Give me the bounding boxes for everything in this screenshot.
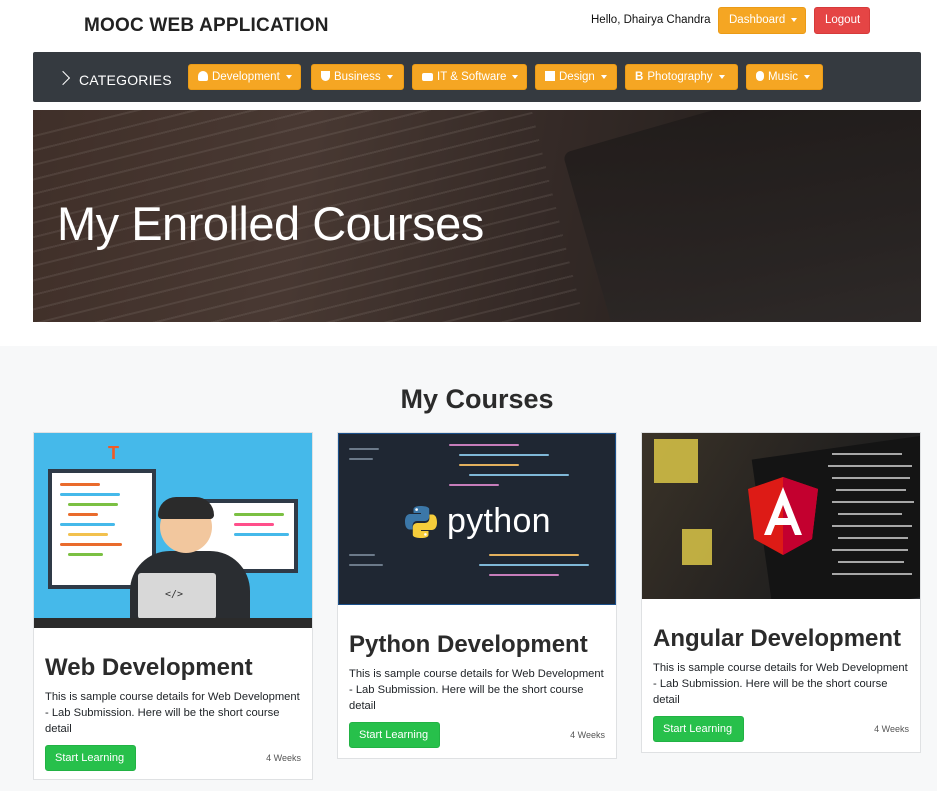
desk-illustration — [34, 618, 312, 628]
brand-title[interactable]: MOOC WEB APPLICATION — [84, 15, 329, 37]
course-duration: 4 Weeks — [874, 724, 909, 734]
start-learning-button[interactable]: Start Learning — [653, 716, 744, 742]
section-title: My Courses — [400, 384, 554, 414]
categories-label: CATEGORIES — [79, 72, 172, 88]
category-development-button[interactable]: Development — [188, 64, 301, 90]
angular-icon — [748, 477, 818, 555]
hdd-icon — [422, 73, 433, 81]
logout-button[interactable]: Logout — [814, 7, 870, 34]
category-music-button[interactable]: Music — [746, 64, 823, 90]
category-label: Design — [559, 71, 595, 83]
course-description: This is sample course details for Web De… — [45, 691, 300, 735]
caret-down-icon — [718, 74, 725, 79]
card-body: Web Development This is sample course de… — [34, 654, 312, 775]
python-icon — [405, 506, 437, 538]
card-footer: Start Learning 4 Weeks — [45, 745, 301, 775]
caret-down-icon — [285, 74, 292, 79]
course-title[interactable]: Python Development — [349, 631, 605, 659]
caret-down-icon — [791, 17, 798, 22]
start-learning-button[interactable]: Start Learning — [45, 745, 136, 771]
categories-toggle[interactable]: CATEGORIES — [61, 72, 172, 88]
python-logo-image: python — [338, 433, 616, 605]
sticky-note-illustration — [654, 439, 698, 483]
sticky-note-illustration — [682, 529, 712, 565]
user-greeting: Hello, Dhairya Chandra — [591, 14, 711, 26]
course-card-python-development: python Python Development This is sample… — [337, 432, 617, 759]
hero-banner: My Enrolled Courses — [33, 110, 921, 322]
category-photography-button[interactable]: B Photography — [625, 64, 738, 90]
category-label: IT & Software — [437, 71, 507, 83]
developer-hair-illustration — [158, 497, 214, 519]
category-it-software-button[interactable]: IT & Software — [412, 64, 527, 90]
category-label: Photography — [647, 71, 713, 83]
course-title[interactable]: Web Development — [45, 654, 301, 682]
apple-icon — [756, 71, 764, 81]
course-description: This is sample course details for Web De… — [653, 662, 908, 706]
category-business-button[interactable]: Business — [311, 64, 404, 90]
card-body: Angular Development This is sample cours… — [642, 625, 920, 746]
course-card-web-development: T </> Web Development This is sample cou… — [33, 432, 313, 780]
stop-icon — [545, 71, 555, 81]
course-duration: 4 Weeks — [266, 753, 301, 763]
my-courses-section: My Courses T </> Web Development This is… — [0, 346, 937, 791]
card-body: Python Development This is sample course… — [338, 631, 616, 752]
angular-logo-image — [642, 433, 920, 599]
category-navbar: CATEGORIES Development Business IT & Sof… — [33, 52, 921, 102]
category-label: Music — [768, 71, 799, 83]
dashboard-label: Dashboard — [729, 14, 786, 26]
magnet-icon — [321, 71, 330, 81]
dashboard-dropdown-button[interactable]: Dashboard — [718, 7, 806, 34]
card-footer: Start Learning 4 Weeks — [653, 716, 909, 746]
bold-icon: B — [635, 71, 644, 83]
course-card-angular-development: Angular Development This is sample cours… — [641, 432, 921, 753]
start-learning-button[interactable]: Start Learning — [349, 722, 440, 748]
text-tool-icon: T — [108, 443, 119, 463]
category-design-button[interactable]: Design — [535, 64, 617, 90]
course-description: This is sample course details for Web De… — [349, 668, 604, 712]
caret-down-icon — [804, 74, 811, 79]
course-title[interactable]: Angular Development — [653, 625, 909, 653]
python-logo-text: python — [447, 502, 551, 540]
category-label: Business — [334, 71, 381, 83]
caret-down-icon — [386, 74, 393, 79]
course-duration: 4 Weeks — [570, 730, 605, 740]
category-label: Development — [212, 71, 280, 83]
caret-down-icon — [600, 74, 607, 79]
headphones-icon — [198, 71, 208, 81]
caret-down-icon — [512, 74, 519, 79]
code-icon: </> — [165, 589, 184, 600]
web-development-illustration: T </> — [34, 433, 312, 628]
card-footer: Start Learning 4 Weeks — [349, 722, 605, 752]
top-header: MOOC WEB APPLICATION Hello, Dhairya Chan… — [0, 0, 937, 52]
hero-title: My Enrolled Courses — [57, 197, 484, 250]
